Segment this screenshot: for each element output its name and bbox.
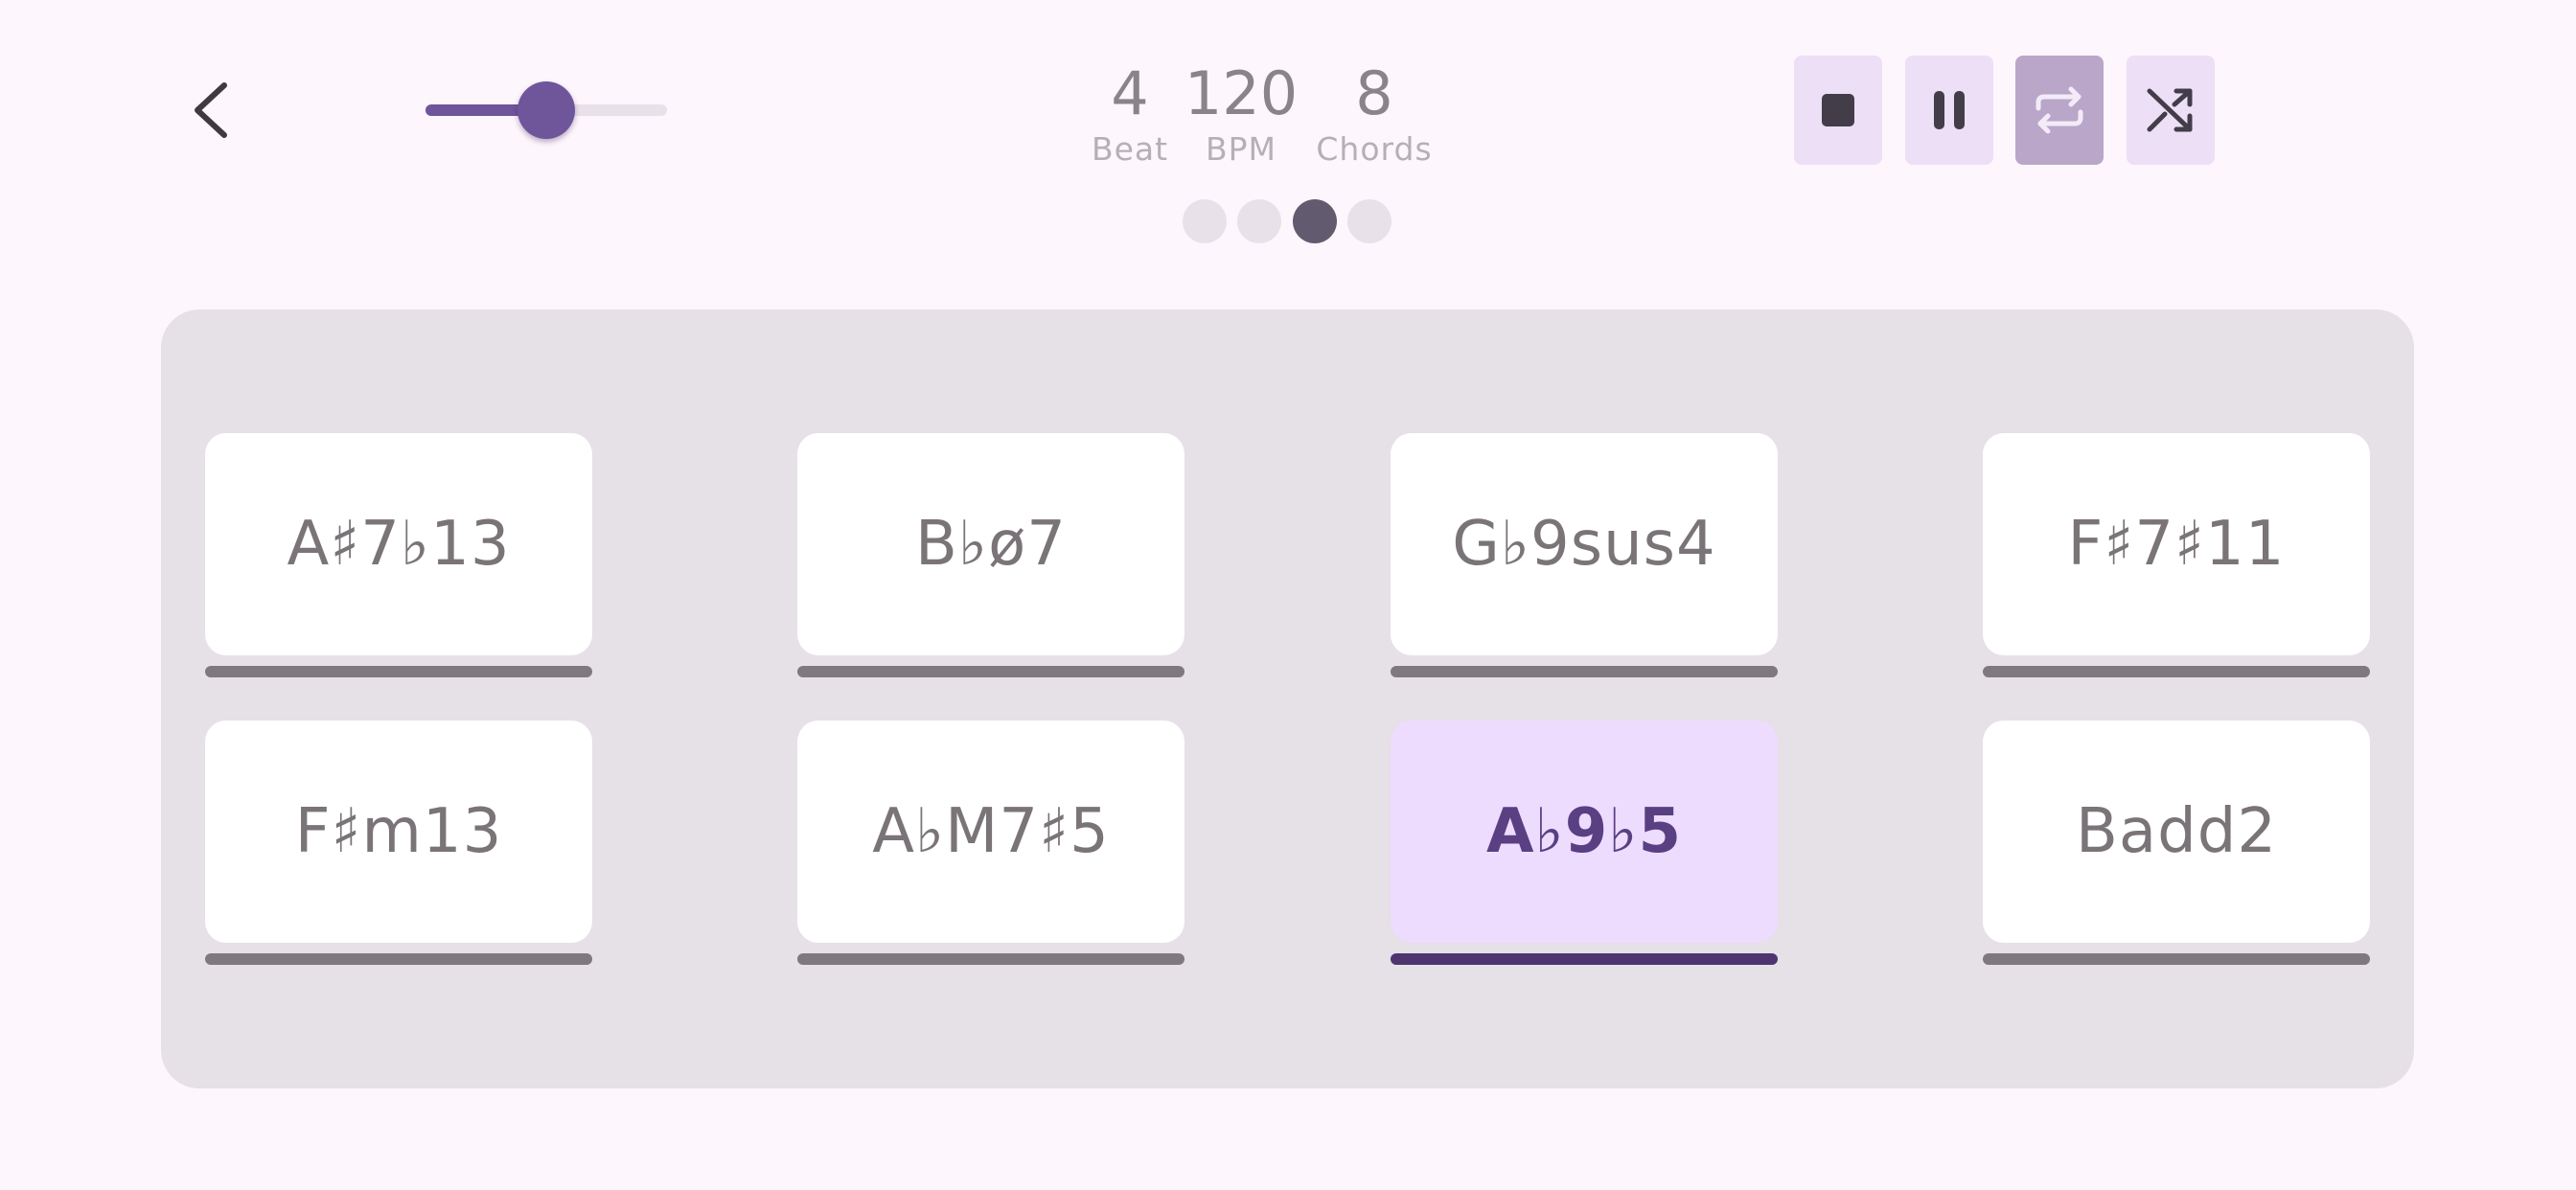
chord-pad-1[interactable]: A♯7♭13 bbox=[205, 433, 592, 655]
pause-button[interactable] bbox=[1905, 56, 1993, 165]
chord-label: F♯7♯11 bbox=[2067, 509, 2286, 580]
chords-label: Chords bbox=[1316, 130, 1433, 168]
chord-progress-bar bbox=[797, 953, 1184, 965]
chord-label: A♭9♭5 bbox=[1486, 796, 1682, 867]
bpm-label: BPM bbox=[1205, 130, 1276, 168]
chord-progress-bar bbox=[1391, 666, 1778, 677]
chord-pad-2[interactable]: B♭ø7 bbox=[797, 433, 1184, 655]
chord-pad-3[interactable]: G♭9sus4 bbox=[1391, 433, 1778, 655]
chord-progress-bar bbox=[1391, 953, 1778, 965]
chord-pad-7[interactable]: A♭9♭5 bbox=[1391, 721, 1778, 943]
chord-pad-8[interactable]: Badd2 bbox=[1983, 721, 2370, 943]
bpm-value: 120 bbox=[1184, 58, 1299, 128]
shuffle-icon bbox=[2147, 88, 2193, 132]
chord-progress-bar bbox=[1983, 953, 2370, 965]
chord-label: A♭M7♯5 bbox=[872, 796, 1110, 867]
chord-label: B♭ø7 bbox=[915, 509, 1067, 580]
chord-progress-bar bbox=[1983, 666, 2370, 677]
page-dot-1[interactable] bbox=[1183, 199, 1227, 243]
stop-icon bbox=[1822, 94, 1854, 126]
beat-value: 4 bbox=[1111, 58, 1149, 128]
chord-label: A♯7♭13 bbox=[287, 509, 511, 580]
repeat-icon bbox=[2036, 86, 2083, 134]
repeat-button[interactable] bbox=[2015, 56, 2104, 165]
chord-progress-bar bbox=[205, 953, 592, 965]
chord-pad-5[interactable]: F♯m13 bbox=[205, 721, 592, 943]
pause-icon bbox=[1934, 91, 1965, 129]
chords-value: 8 bbox=[1355, 58, 1393, 128]
beat-label: Beat bbox=[1091, 130, 1169, 168]
chord-grid: A♯7♭13 B♭ø7 G♭9sus4 F♯7♯11 F♯m13 A♭M7♯5 … bbox=[161, 309, 2414, 1088]
chord-progress-bar bbox=[797, 666, 1184, 677]
chord-label: G♭9sus4 bbox=[1452, 509, 1716, 580]
chord-pad-6[interactable]: A♭M7♯5 bbox=[797, 721, 1184, 943]
page-dot-4[interactable] bbox=[1347, 199, 1392, 243]
bpm-stat: 120 BPM bbox=[1184, 57, 1298, 169]
beat-stat: 4 Beat bbox=[1092, 57, 1168, 169]
stop-button[interactable] bbox=[1794, 56, 1882, 165]
page-dot-3[interactable] bbox=[1293, 199, 1337, 243]
chords-stat: 8 Chords bbox=[1316, 57, 1432, 169]
chord-pad-4[interactable]: F♯7♯11 bbox=[1983, 433, 2370, 655]
shuffle-button[interactable] bbox=[2127, 56, 2215, 165]
chord-label: Badd2 bbox=[2075, 796, 2278, 867]
chord-player-screen: 4 Beat 120 BPM 8 Chords A♯7♭13 B♭ø7 G♭9s… bbox=[0, 0, 2576, 1190]
chord-label: F♯m13 bbox=[294, 796, 503, 867]
chord-progress-bar bbox=[205, 666, 592, 677]
page-dot-2[interactable] bbox=[1237, 199, 1281, 243]
